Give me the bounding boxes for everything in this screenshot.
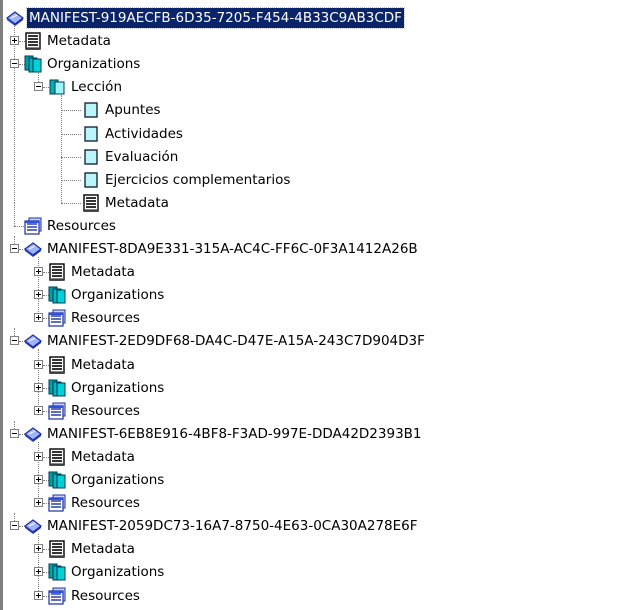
metadata-icon [47, 263, 67, 281]
metadata-icon [81, 194, 101, 212]
tree-node-organizations[interactable]: Organizations [3, 54, 641, 74]
metadata-icon [47, 355, 67, 374]
tree-node-label: Organizations [71, 379, 165, 396]
page-icon [81, 101, 101, 119]
tree-node-resources[interactable]: Resources [3, 493, 641, 513]
tree-node-resources[interactable]: Resources [3, 216, 641, 236]
leccion-icon [47, 78, 67, 96]
manifest-icon [23, 425, 43, 443]
tree-node-label: MANIFEST-2059DC73-16A7-8750-4E63-0CA30A2… [47, 518, 418, 535]
organizations-icon [47, 379, 67, 397]
tree-node-metadata[interactable]: Metadata [3, 355, 641, 375]
tree-node-label: Organizations [71, 564, 165, 581]
tree-node-label: Organizations [47, 56, 141, 73]
manifest-icon [23, 517, 43, 535]
resources-icon [23, 217, 43, 235]
manifest-icon [5, 9, 25, 27]
tree-node-sub-manifest[interactable]: MANIFEST-2059DC73-16A7-8750-4E63-0CA30A2… [3, 516, 641, 536]
manifest-icon [23, 240, 43, 258]
tree-node-sub-manifest[interactable]: MANIFEST-2ED9DF68-DA4C-D47E-A15A-243C7D9… [3, 331, 641, 351]
tree-node-label: Resources [71, 402, 140, 419]
tree-node-leccion-metadata[interactable]: Metadata [3, 193, 641, 213]
tree-node-metadata[interactable]: Metadata [3, 539, 641, 559]
tree-node-label: Actividades [105, 125, 183, 142]
tree-node-label: Metadata [105, 194, 169, 211]
page-icon [81, 148, 101, 166]
resources-icon [47, 587, 67, 605]
organizations-icon [23, 55, 43, 73]
tree-node-item[interactable]: Apuntes [3, 100, 641, 120]
tree-node-label: Organizations [71, 472, 165, 488]
metadata-icon [47, 540, 67, 558]
tree-node-label: Metadata [47, 33, 111, 50]
tree-node-root-manifest[interactable]: MANIFEST-919AECFB-6D35-7205-F454-4B33C9A… [3, 7, 641, 29]
tree-node-label: Metadata [71, 541, 135, 558]
resources-icon [47, 402, 67, 420]
tree-node-label: Metadata [71, 264, 135, 281]
tree-node-organizations[interactable]: Organizations [3, 285, 641, 305]
tree-node-label: Metadata [71, 448, 135, 465]
metadata-icon [23, 32, 43, 50]
tree-node-label: Resources [71, 587, 140, 604]
tree-node-item[interactable]: Actividades [3, 124, 641, 144]
tree-node-label: Organizations [71, 287, 165, 304]
tree-node-label: MANIFEST-2ED9DF68-DA4C-D47E-A15A-243C7D9… [47, 333, 425, 350]
tree-node-metadata[interactable]: Metadata [3, 262, 641, 282]
organizations-icon [47, 563, 67, 581]
tree-node-sub-manifest[interactable]: MANIFEST-6EB8E916-4BF8-F3AD-997E-DDA42D2… [3, 424, 641, 444]
tree-node-label: Evaluación [105, 148, 179, 165]
tree-node-item[interactable]: Ejercicios complementarios [3, 170, 641, 190]
tree-node-label: Resources [71, 495, 140, 512]
tree-node-label: Apuntes [105, 102, 161, 119]
resources-icon [47, 494, 67, 512]
tree-node-resources[interactable]: Resources [3, 401, 641, 421]
metadata-icon [47, 448, 67, 466]
tree-node-metadata[interactable]: Metadata [3, 31, 641, 51]
tree-node-sub-manifest[interactable]: MANIFEST-8DA9E331-315A-AC4C-FF6C-0F3A141… [3, 239, 641, 259]
tree-node-label: MANIFEST-8DA9E331-315A-AC4C-FF6C-0F3A141… [47, 241, 418, 257]
tree-node-label: MANIFEST-6EB8E916-4BF8-F3AD-997E-DDA42D2… [47, 425, 422, 442]
page-icon [81, 125, 101, 143]
tree-node-organizations[interactable]: Organizations [3, 470, 641, 490]
tree-node-resources[interactable]: Resources [3, 586, 641, 606]
resources-icon [47, 309, 67, 327]
tree-node-label: MANIFEST-919AECFB-6D35-7205-F454-4B33C9A… [26, 7, 405, 29]
organizations-icon [47, 286, 67, 304]
manifest-tree-view[interactable]: MANIFEST-919AECFB-6D35-7205-F454-4B33C9A… [0, 0, 641, 610]
organizations-icon [47, 471, 67, 489]
tree-node-label: Resources [47, 217, 116, 234]
tree-node-resources[interactable]: Resources [3, 308, 641, 328]
manifest-icon [23, 332, 43, 350]
page-icon [81, 171, 101, 189]
tree-node-label: Resources [71, 310, 140, 327]
tree-node-organizations[interactable]: Organizations [3, 378, 641, 398]
tree-node-label: Ejercicios complementarios [105, 171, 291, 188]
tree-node-label: Lección [71, 79, 123, 96]
tree-node-leccion[interactable]: Lección [3, 77, 641, 97]
tree-node-item[interactable]: Evaluación [3, 147, 641, 167]
tree-node-organizations[interactable]: Organizations [3, 562, 641, 582]
tree-node-metadata[interactable]: Metadata [3, 447, 641, 467]
tree-node-label: Metadata [71, 356, 135, 373]
